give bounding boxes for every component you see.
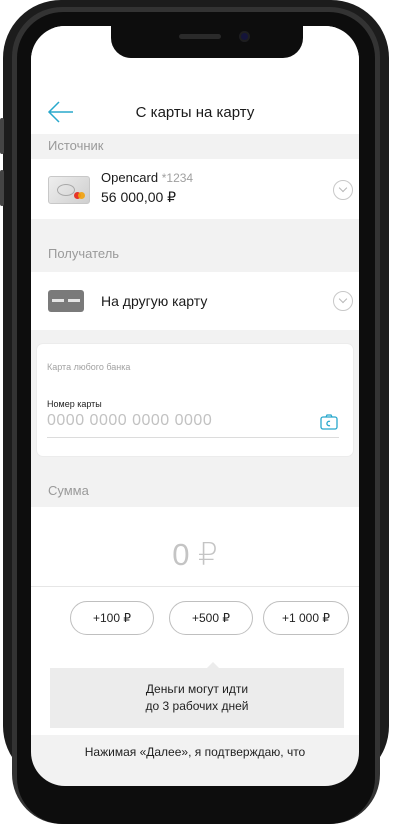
recipient-option-label: На другую карту <box>101 293 208 309</box>
recipient-section-title: Получатель <box>48 246 120 261</box>
source-card-row[interactable]: Opencard *1234 56 000,00 ₽ <box>31 159 359 219</box>
source-section-title: Источник <box>48 138 104 153</box>
recipient-type-row[interactable]: На другую карту <box>31 272 359 330</box>
source-card-title: Opencard *1234 <box>101 170 193 185</box>
panel-title: Карта любого банка <box>47 362 131 372</box>
chevron-down-icon[interactable] <box>333 180 353 200</box>
source-card-name: Opencard <box>101 170 159 185</box>
source-card-balance: 56 000,00 ₽ <box>101 189 177 205</box>
quick-add-1000-button[interactable]: +1 000 ₽ <box>263 601 349 635</box>
mastercard-orange-circle <box>78 192 85 199</box>
speaker-grille <box>179 34 221 39</box>
quick-add-100-button[interactable]: +100 ₽ <box>70 601 154 635</box>
transfer-time-notice: Деньги могут идти до 3 рабочих дней <box>50 668 344 728</box>
phone-side-button <box>0 170 4 206</box>
camera-scan-icon[interactable] <box>320 414 338 430</box>
generic-card-icon <box>48 290 84 312</box>
app-screen: С карты на карту Источник Opencard *1234… <box>31 26 359 786</box>
source-card-mask: *1234 <box>161 171 194 185</box>
front-camera <box>239 31 250 42</box>
card-thumbnail-icon <box>48 176 90 204</box>
notice-line-2: до 3 рабочих дней <box>145 699 249 713</box>
card-number-underline <box>47 437 339 438</box>
chevron-down-icon[interactable] <box>333 291 353 311</box>
card-stripe <box>52 299 64 302</box>
amount-section-title: Сумма <box>48 483 89 498</box>
card-number-input[interactable] <box>47 410 307 432</box>
quick-add-500-button[interactable]: +500 ₽ <box>169 601 253 635</box>
amount-value[interactable]: 0 ₽ <box>31 537 359 573</box>
amount-area: 0 ₽ +100 ₽ +500 ₽ +1 000 ₽ Деньги могут … <box>31 507 359 735</box>
card-stripe <box>68 299 80 302</box>
page-title: С карты на карту <box>135 104 255 121</box>
terms-notice: Нажимая «Далее», я подтверждаю, что <box>84 745 306 759</box>
phone-side-button <box>0 118 4 154</box>
card-number-label: Номер карты <box>47 399 102 409</box>
amount-underline <box>31 586 359 587</box>
card-emboss <box>57 184 75 196</box>
notice-line-1: Деньги могут идти <box>145 682 249 696</box>
camera-scan-glyph <box>320 414 338 430</box>
card-number-panel: Карта любого банка Номер карты <box>37 344 353 456</box>
phone-notch <box>111 26 303 58</box>
